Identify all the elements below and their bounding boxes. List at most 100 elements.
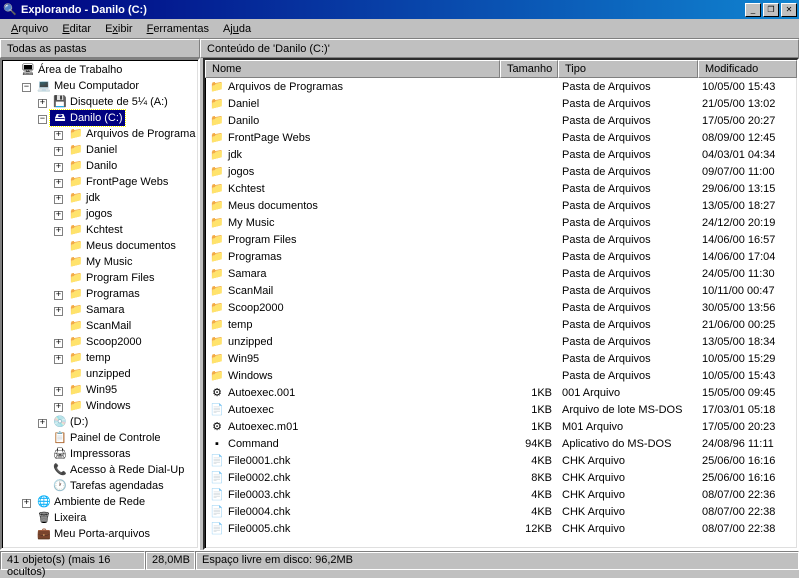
tree-folder-kchtest[interactable]: +Kchtest <box>2 222 198 238</box>
tree-drive-c[interactable]: −Danilo (C:) <box>2 110 198 126</box>
tree-folder-programas[interactable]: +Programas <box>2 286 198 302</box>
file-name: temp <box>228 319 252 331</box>
tree-folder-jogos[interactable]: +jogos <box>2 206 198 222</box>
menu-exibir[interactable]: Exibir <box>98 21 140 37</box>
list-item[interactable]: Autoexec.001 1KB 001 Arquivo 15/05/00 09… <box>205 384 797 401</box>
tree-folder-unzipped[interactable]: unzipped <box>2 366 198 382</box>
tree-drive-d[interactable]: +(D:) <box>2 414 198 430</box>
file-type: Pasta de Arquivos <box>558 353 698 365</box>
collapse-icon[interactable]: − <box>22 83 31 92</box>
content-area: Área de Trabalho −Meu Computador +Disque… <box>0 58 799 550</box>
list-item[interactable]: File0002.chk 8KB CHK Arquivo 25/06/00 16… <box>205 469 797 486</box>
tree-folder-scanmail[interactable]: ScanMail <box>2 318 198 334</box>
col-name[interactable]: Nome <box>205 60 500 78</box>
list-item[interactable]: Windows Pasta de Arquivos 10/05/00 15:43 <box>205 367 797 384</box>
file-name: Autoexec.001 <box>228 387 295 399</box>
tree-folder-samara[interactable]: +Samara <box>2 302 198 318</box>
tree-folder-frontpage-webs[interactable]: +FrontPage Webs <box>2 174 198 190</box>
collapse-icon[interactable]: − <box>38 115 47 124</box>
list-item[interactable]: Win95 Pasta de Arquivos 10/05/00 15:29 <box>205 350 797 367</box>
col-type[interactable]: Tipo <box>558 60 698 78</box>
list-item[interactable]: File0003.chk 4KB CHK Arquivo 08/07/00 22… <box>205 486 797 503</box>
list-item[interactable]: Command 94KB Aplicativo do MS-DOS 24/08/… <box>205 435 797 452</box>
tree-folder-scoop2000[interactable]: +Scoop2000 <box>2 334 198 350</box>
list-item[interactable]: File0001.chk 4KB CHK Arquivo 25/06/00 16… <box>205 452 797 469</box>
expand-icon[interactable]: + <box>54 339 63 348</box>
list-item[interactable]: Autoexec 1KB Arquivo de lote MS-DOS 17/0… <box>205 401 797 418</box>
expand-icon[interactable]: + <box>54 403 63 412</box>
menu-editar[interactable]: Editar <box>55 21 98 37</box>
list-item[interactable]: Program Files Pasta de Arquivos 14/06/00… <box>205 231 797 248</box>
expand-icon[interactable]: + <box>54 355 63 364</box>
tree-scroll[interactable]: Área de Trabalho −Meu Computador +Disque… <box>2 60 198 548</box>
tree-folder-program-files[interactable]: Program Files <box>2 270 198 286</box>
expand-icon[interactable]: + <box>54 291 63 300</box>
menu-ferramentas[interactable]: Ferramentas <box>140 21 216 37</box>
expand-icon[interactable]: + <box>54 211 63 220</box>
list-item[interactable]: Daniel Pasta de Arquivos 21/05/00 13:02 <box>205 95 797 112</box>
tree-folder-my-music[interactable]: My Music <box>2 254 198 270</box>
list-item[interactable]: My Music Pasta de Arquivos 24/12/00 20:1… <box>205 214 797 231</box>
file-type: Pasta de Arquivos <box>558 149 698 161</box>
tree-folder-jdk[interactable]: +jdk <box>2 190 198 206</box>
expand-icon[interactable]: + <box>54 163 63 172</box>
tree-folder-arquivos-de-programa[interactable]: +Arquivos de Programa <box>2 126 198 142</box>
col-size[interactable]: Tamanho <box>500 60 558 78</box>
close-button[interactable]: ✕ <box>781 3 797 17</box>
tree-folder-danilo[interactable]: +Danilo <box>2 158 198 174</box>
list-item[interactable]: File0005.chk 12KB CHK Arquivo 08/07/00 2… <box>205 520 797 537</box>
menu-arquivo[interactable]: Arquivo <box>4 21 55 37</box>
expand-icon[interactable]: + <box>54 179 63 188</box>
list-item[interactable]: Scoop2000 Pasta de Arquivos 30/05/00 13:… <box>205 299 797 316</box>
expand-icon[interactable]: + <box>54 227 63 236</box>
expand-icon[interactable]: + <box>54 195 63 204</box>
tree-desktop[interactable]: Área de Trabalho <box>2 62 198 78</box>
expand-icon[interactable]: + <box>54 131 63 140</box>
file-sys-icon <box>209 386 225 400</box>
file-modified: 04/03/01 04:34 <box>698 149 797 161</box>
expand-icon[interactable]: + <box>54 387 63 396</box>
tree-network[interactable]: +Ambiente de Rede <box>2 494 198 510</box>
tree-folder-win95[interactable]: +Win95 <box>2 382 198 398</box>
list-item[interactable]: Programas Pasta de Arquivos 14/06/00 17:… <box>205 248 797 265</box>
tree-recycle[interactable]: Lixeira <box>2 510 198 526</box>
file-modified: 15/05/00 09:45 <box>698 387 797 399</box>
list-item[interactable]: temp Pasta de Arquivos 21/06/00 00:25 <box>205 316 797 333</box>
tree-briefcase[interactable]: Meu Porta-arquivos <box>2 526 198 542</box>
tree-printers[interactable]: Impressoras <box>2 446 198 462</box>
list-item[interactable]: Meus documentos Pasta de Arquivos 13/05/… <box>205 197 797 214</box>
tree-control-panel[interactable]: Painel de Controle <box>2 430 198 446</box>
expand-icon[interactable]: + <box>38 99 47 108</box>
file-list-body[interactable]: Arquivos de Programas Pasta de Arquivos … <box>205 78 797 548</box>
file-modified: 13/05/00 18:27 <box>698 200 797 212</box>
list-item[interactable]: FrontPage Webs Pasta de Arquivos 08/09/0… <box>205 129 797 146</box>
tree-folder-meus-documentos[interactable]: Meus documentos <box>2 238 198 254</box>
list-item[interactable]: Autoexec.m01 1KB M01 Arquivo 17/05/00 20… <box>205 418 797 435</box>
col-modified[interactable]: Modificado <box>698 60 797 78</box>
expand-icon[interactable]: + <box>38 419 47 428</box>
list-item[interactable]: jogos Pasta de Arquivos 09/07/00 11:00 <box>205 163 797 180</box>
list-item[interactable]: ScanMail Pasta de Arquivos 10/11/00 00:4… <box>205 282 797 299</box>
list-item[interactable]: Arquivos de Programas Pasta de Arquivos … <box>205 78 797 95</box>
list-item[interactable]: unzipped Pasta de Arquivos 13/05/00 18:3… <box>205 333 797 350</box>
expand-icon[interactable]: + <box>54 147 63 156</box>
file-modified: 10/11/00 00:47 <box>698 285 797 297</box>
menu-ajuda[interactable]: Ajuda <box>216 21 258 37</box>
list-item[interactable]: jdk Pasta de Arquivos 04/03/01 04:34 <box>205 146 797 163</box>
tree-dialup[interactable]: Acesso à Rede Dial-Up <box>2 462 198 478</box>
list-item[interactable]: Danilo Pasta de Arquivos 17/05/00 20:27 <box>205 112 797 129</box>
tree-folder-windows[interactable]: +Windows <box>2 398 198 414</box>
tree-floppy-a[interactable]: +Disquete de 5¼ (A:) <box>2 94 198 110</box>
tree-folder-temp[interactable]: +temp <box>2 350 198 366</box>
list-item[interactable]: Samara Pasta de Arquivos 24/05/00 11:30 <box>205 265 797 282</box>
tree-folder-daniel[interactable]: +Daniel <box>2 142 198 158</box>
file-type: Pasta de Arquivos <box>558 200 698 212</box>
tree-scheduled-tasks[interactable]: Tarefas agendadas <box>2 478 198 494</box>
expand-icon[interactable]: + <box>54 307 63 316</box>
list-item[interactable]: File0004.chk 4KB CHK Arquivo 08/07/00 22… <box>205 503 797 520</box>
maximize-button[interactable]: ❐ <box>763 3 779 17</box>
minimize-button[interactable]: _ <box>745 3 761 17</box>
expand-icon[interactable]: + <box>22 499 31 508</box>
tree-my-computer[interactable]: −Meu Computador <box>2 78 198 94</box>
list-item[interactable]: Kchtest Pasta de Arquivos 29/06/00 13:15 <box>205 180 797 197</box>
